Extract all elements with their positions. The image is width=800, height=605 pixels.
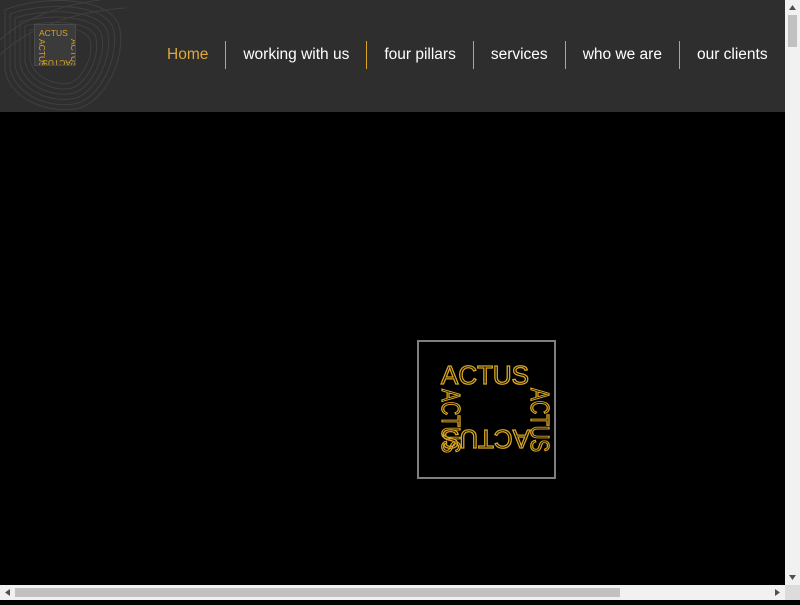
nav-item-our-clients[interactable]: our clients (680, 41, 785, 69)
site-header: ACTUS ACTUS ACTUS ACTUS Home working wit… (0, 0, 785, 112)
actus-logo-small: ACTUS ACTUS ACTUS ACTUS (37, 28, 79, 68)
scrollbar-corner (785, 585, 800, 600)
nav-item-working-with-us[interactable]: working with us (226, 41, 368, 69)
nav-item-services[interactable]: services (474, 41, 566, 69)
page-viewport: ACTUS ACTUS ACTUS ACTUS Home working wit… (0, 0, 785, 585)
horizontal-scrollbar[interactable] (0, 585, 785, 600)
scroll-left-arrow-icon[interactable] (0, 585, 15, 600)
small-logo-bottom: ACTUS (42, 58, 71, 65)
nav-item-home[interactable]: Home (150, 41, 227, 69)
large-logo-top: ACTUS (441, 360, 529, 390)
large-logo-bottom: ACTUS (442, 424, 530, 454)
vertical-scrollbar[interactable] (785, 0, 800, 585)
nav-item-who-we-are[interactable]: who we are (566, 41, 680, 69)
scroll-right-arrow-icon[interactable] (770, 585, 785, 600)
horizontal-scroll-thumb[interactable] (15, 588, 620, 597)
scroll-down-arrow-icon[interactable] (785, 570, 800, 585)
nav-item-four-pillars[interactable]: four pillars (367, 41, 474, 69)
small-logo-top: ACTUS (39, 28, 68, 38)
actus-logo-large: ACTUS ACTUS ACTUS ACTUS (435, 359, 555, 454)
vertical-scroll-thumb[interactable] (788, 15, 797, 47)
scroll-up-arrow-icon[interactable] (785, 0, 800, 15)
hero-section (0, 112, 785, 585)
main-nav: Home working with us four pillars servic… (150, 41, 785, 69)
hero-logo: ACTUS ACTUS ACTUS ACTUS (417, 340, 556, 479)
header-logo[interactable]: ACTUS ACTUS ACTUS ACTUS (34, 24, 79, 68)
